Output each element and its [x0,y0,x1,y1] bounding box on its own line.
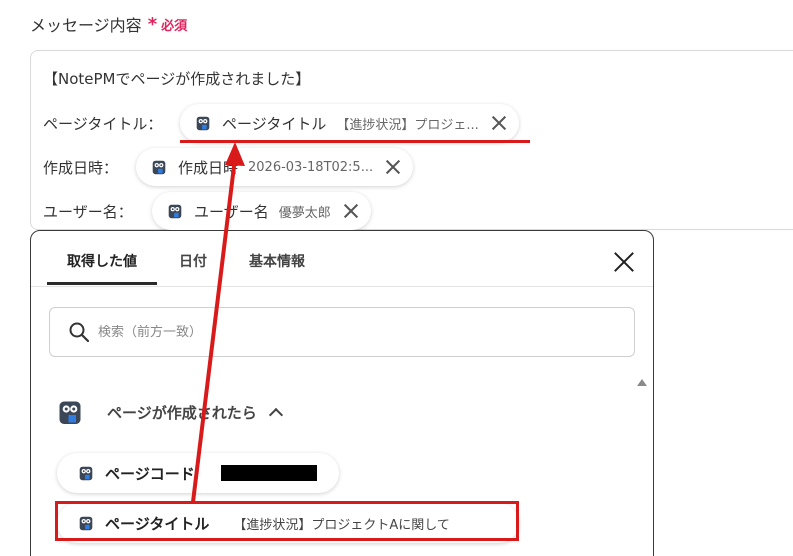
group-title: ページが作成されたら [107,403,257,422]
highlight-underline [180,140,530,143]
required-text: 必須 [161,18,188,34]
panel-tabs: 取得した値 日付 基本情報 [47,245,347,287]
required-star: * [147,13,158,35]
message-line-date-label: 作成日時： [43,159,119,177]
message-line-title-label: ページタイトル： [43,115,163,133]
owl-icon [166,202,184,220]
search-box[interactable] [49,307,635,357]
owl-icon [77,464,95,482]
owl-icon [194,114,212,132]
variable-chip-created-at[interactable]: 作成日時 2026-03-18T02:5... [136,148,414,186]
close-icon[interactable] [385,159,401,175]
owl-icon [150,158,168,176]
chip-value: 優夢太郎 [278,205,331,221]
chip-value: 2026-03-18T02:5... [248,159,374,175]
tab-acquired-values[interactable]: 取得した値 [47,245,157,285]
tabs-divider [31,286,653,287]
close-icon[interactable] [491,115,507,131]
field-label-text: メッセージ内容 [30,16,142,35]
tab-date[interactable]: 日付 [179,245,207,285]
tab-basic-info[interactable]: 基本情報 [249,245,305,285]
close-icon[interactable] [613,251,635,273]
list-item-page-code[interactable]: ページコード [57,453,339,493]
message-line-user-label: ユーザー名： [43,203,133,221]
scrollbar[interactable] [637,379,647,556]
chevron-up-icon[interactable] [268,407,283,423]
close-icon[interactable] [343,203,359,219]
item-title: ページコード [105,464,195,483]
chip-value: 【進捗状況】プロジェ... [336,117,479,133]
group-header-page-created[interactable]: ページが作成されたら [55,397,283,427]
search-input[interactable] [98,324,598,340]
chip-title: ユーザー名 [194,202,269,221]
owl-icon [55,397,85,427]
highlight-box [55,501,519,541]
message-line-1: 【NotePMでページが作成されました】 [43,70,311,88]
chip-title: ページタイトル [222,114,327,133]
variable-chip-page-title[interactable]: ページタイトル 【進捗状況】プロジェ... [180,104,519,142]
variable-chip-user-name[interactable]: ユーザー名 優夢太郎 [152,192,371,230]
scroll-up-icon[interactable] [637,379,647,386]
field-label: メッセージ内容 * 必須 [30,12,187,36]
redacted-value [220,465,317,481]
chip-title: 作成日時 [178,158,239,177]
search-icon [68,321,90,343]
